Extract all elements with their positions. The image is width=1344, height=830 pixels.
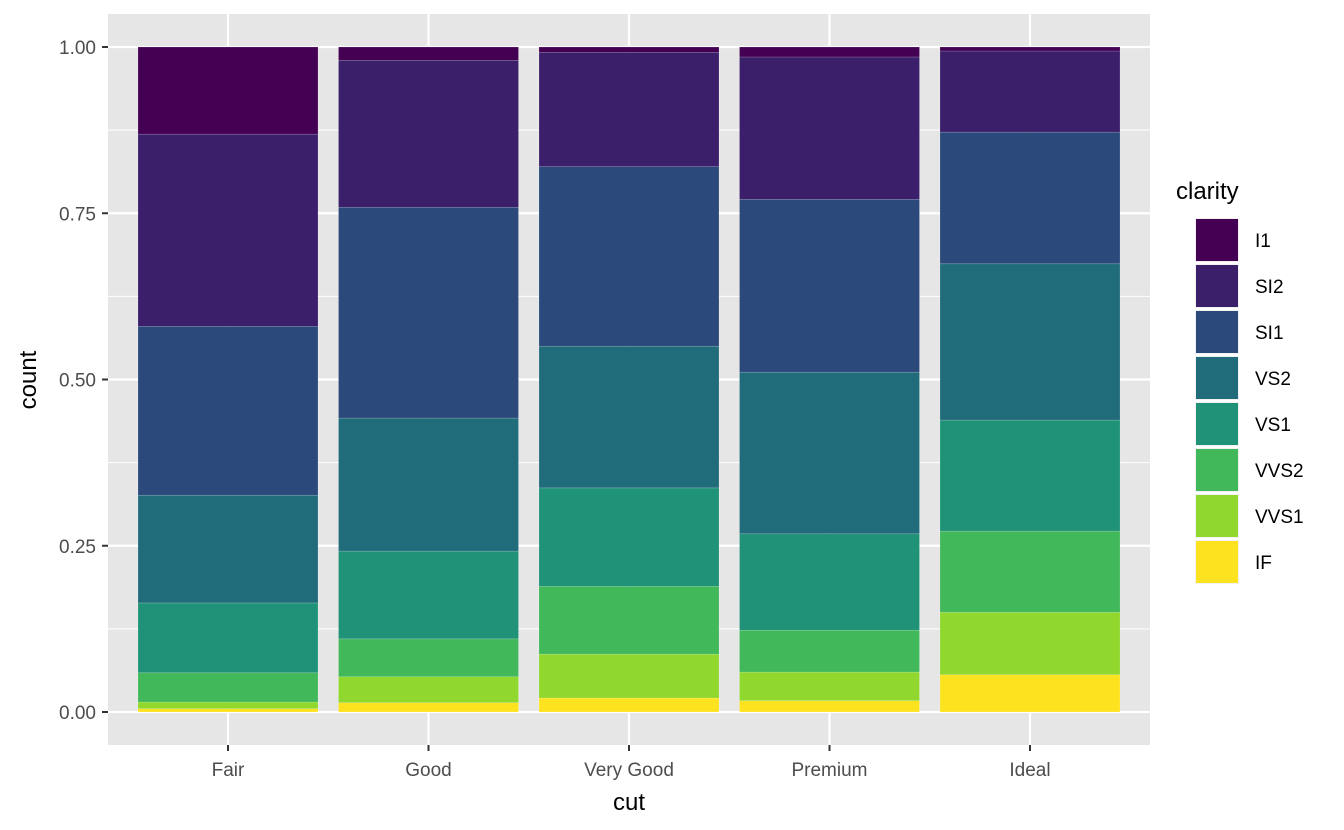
bar-segment-ideal-vs2 — [939, 263, 1121, 421]
bar-segment-premium-vs1 — [739, 533, 920, 631]
y-axis: 0.00 0.25 0.50 0.75 1.00 — [59, 38, 108, 724]
bar-segment-good-vs2 — [338, 417, 519, 552]
x-axis-title: cut — [613, 789, 645, 816]
y-tick-label: 1.00 — [59, 38, 96, 59]
bar-segment-premium-si1 — [739, 198, 920, 373]
bar-segment-fair-si2 — [137, 133, 319, 327]
bar-segment-good-i1 — [338, 46, 519, 61]
bar-segment-very-good-i1 — [538, 46, 720, 53]
x-tick-label: Premium — [791, 760, 867, 781]
y-tick-label: 0.75 — [59, 204, 96, 225]
bar-segment-good-vs1 — [338, 550, 519, 640]
legend-label: SI1 — [1255, 323, 1284, 344]
legend-swatch-vs1 — [1196, 403, 1238, 445]
bar-segment-very-good-vs2 — [538, 345, 720, 489]
bar-segment-ideal-si1 — [939, 131, 1121, 265]
bar-segment-premium-vvs1 — [739, 671, 920, 701]
legend-label: IF — [1255, 553, 1272, 574]
bar-segment-premium-si2 — [739, 56, 920, 200]
y-tick-label: 0.50 — [59, 371, 96, 392]
bar-segment-fair-i1 — [137, 46, 319, 135]
legend-label: VVS2 — [1255, 461, 1304, 482]
bar-segment-very-good-si1 — [538, 166, 720, 347]
bar-segment-very-good-vs1 — [538, 487, 720, 587]
bar-segment-fair-vs2 — [137, 494, 319, 604]
legend-label: I1 — [1255, 231, 1271, 252]
bar-segment-fair-if — [137, 708, 319, 713]
bar-segment-fair-vvs2 — [137, 672, 319, 703]
x-tick-label: Very Good — [584, 760, 674, 781]
chart: 0.00 0.25 0.50 0.75 1.00 Fair Good Very Good Pr… — [15, 14, 1304, 816]
legend: clarity I1 SI2 SI1 VS2 VS1 VVS2 VVS1 IF — [1176, 178, 1304, 584]
legend-label: VVS1 — [1255, 507, 1304, 528]
legend-swatch-si1 — [1196, 311, 1238, 353]
bar-segment-very-good-si2 — [538, 52, 720, 167]
legend-swatch-vvs1 — [1196, 495, 1238, 537]
legend-swatch-si2 — [1196, 265, 1238, 307]
bar-segment-very-good-vvs1 — [538, 653, 720, 699]
legend-label: VS2 — [1255, 369, 1291, 390]
bar-segment-very-good-if — [538, 697, 720, 713]
bar-segment-premium-if — [739, 700, 920, 713]
bar-segment-premium-vvs2 — [739, 629, 920, 673]
legend-swatch-vvs2 — [1196, 449, 1238, 491]
bar-segment-good-si1 — [338, 206, 519, 419]
x-tick-label: Fair — [212, 760, 245, 781]
bar-segment-good-if — [338, 702, 519, 713]
bar-segment-very-good-vvs2 — [538, 586, 720, 655]
bar-segment-fair-vs1 — [137, 602, 319, 674]
bar-segment-ideal-vs1 — [939, 419, 1121, 532]
bar-segment-ideal-vvs1 — [939, 611, 1121, 676]
bar-segment-ideal-if — [939, 674, 1121, 713]
legend-swatch-i1 — [1196, 219, 1238, 261]
bar-segment-good-si2 — [338, 59, 519, 208]
bar-segment-ideal-i1 — [939, 46, 1121, 52]
bars — [137, 46, 1121, 713]
x-tick-label: Ideal — [1009, 760, 1050, 781]
bar-segment-ideal-si2 — [939, 50, 1121, 133]
bar-segment-good-vvs1 — [338, 676, 519, 703]
y-tick-label: 0.00 — [59, 703, 96, 724]
bar-segment-ideal-vvs2 — [939, 530, 1121, 613]
x-tick-label: Good — [405, 760, 451, 781]
bar-segment-premium-i1 — [739, 46, 920, 58]
legend-swatch-vs2 — [1196, 357, 1238, 399]
legend-label: SI2 — [1255, 277, 1284, 298]
y-tick-label: 0.25 — [59, 537, 96, 558]
bar-segment-fair-vvs1 — [137, 701, 319, 709]
y-axis-title: count — [15, 350, 42, 409]
legend-title: clarity — [1176, 178, 1239, 205]
bar-segment-good-vvs2 — [338, 638, 519, 678]
bar-segment-premium-vs2 — [739, 371, 920, 535]
legend-swatch-if — [1196, 541, 1238, 583]
bar-segment-fair-si1 — [137, 325, 319, 496]
x-axis: Fair Good Very Good Premium Ideal — [212, 745, 1051, 781]
legend-label: VS1 — [1255, 415, 1291, 436]
